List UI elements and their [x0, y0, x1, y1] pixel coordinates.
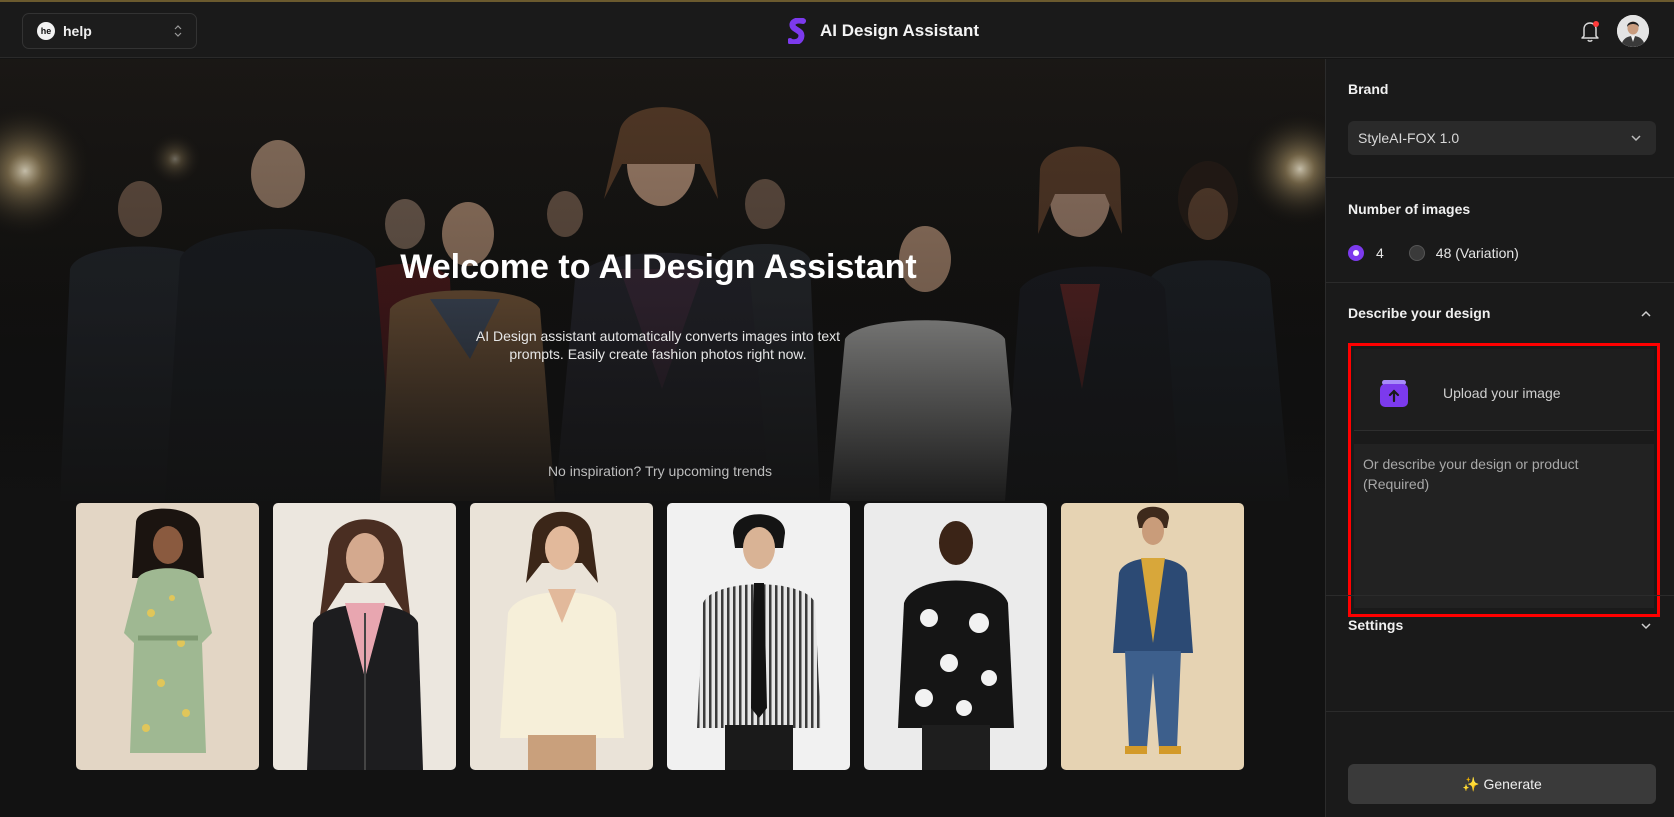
- divider: [1326, 282, 1674, 283]
- hero-section: Welcome to AI Design Assistant AI Design…: [0, 59, 1325, 817]
- user-avatar[interactable]: [1617, 15, 1649, 47]
- workspace-avatar: he: [37, 22, 55, 40]
- denim-jacket-photo-icon: [1061, 503, 1244, 770]
- floral-wrap-dress-photo-icon: [76, 503, 259, 770]
- radio-4-images[interactable]: [1348, 245, 1364, 261]
- chevron-down-icon: [1631, 135, 1641, 142]
- generate-button[interactable]: ✨ Generate: [1348, 764, 1656, 804]
- divider: [1326, 177, 1674, 178]
- settings-label: Settings: [1348, 617, 1404, 633]
- top-bar: he help AI Design Assistant: [0, 2, 1674, 58]
- divider: [1326, 595, 1674, 596]
- trend-card-cream-sweater[interactable]: [470, 503, 653, 770]
- workspace-name: help: [63, 23, 92, 39]
- trends-label: No inspiration? Try upcoming trends: [547, 463, 773, 479]
- striped-shirt-tie-photo-icon: [667, 503, 850, 770]
- leather-jacket-photo-icon: [273, 503, 456, 770]
- radio-4-label: 4: [1376, 245, 1384, 261]
- brand-select[interactable]: StyleAI-FOX 1.0: [1348, 121, 1656, 155]
- chevron-up-down-icon: [174, 25, 182, 37]
- app-brand: AI Design Assistant: [788, 16, 979, 46]
- chevron-up-icon[interactable]: [1640, 308, 1652, 320]
- number-of-images-options: 4 48 (Variation): [1348, 245, 1519, 261]
- divider: [1326, 711, 1674, 712]
- hero-subtitle: AI Design assistant automatically conver…: [475, 328, 841, 362]
- trend-card-floral-dress[interactable]: [76, 503, 259, 770]
- design-description-input[interactable]: [1354, 444, 1654, 608]
- radio-48-label: 48 (Variation): [1435, 245, 1519, 261]
- hero-title: Welcome to AI Design Assistant: [400, 248, 917, 286]
- brand-label: Brand: [1348, 81, 1389, 97]
- upload-image-zone[interactable]: Upload your image: [1354, 349, 1654, 431]
- notification-bell-icon[interactable]: [1579, 19, 1601, 43]
- cream-sweater-photo-icon: [470, 503, 653, 770]
- trend-card-floral-shirt[interactable]: [864, 503, 1047, 770]
- trend-card-leather-jacket[interactable]: [273, 503, 456, 770]
- trend-card-denim-jacket[interactable]: [1061, 503, 1244, 770]
- brand-select-value: StyleAI-FOX 1.0: [1358, 130, 1460, 146]
- number-of-images-label: Number of images: [1348, 201, 1471, 217]
- radio-48-variation[interactable]: [1408, 245, 1425, 261]
- upload-image-label: Upload your image: [1443, 385, 1561, 401]
- upload-icon: [1380, 380, 1408, 407]
- workspace-selector[interactable]: he help: [22, 13, 197, 49]
- floral-shirt-photo-icon: [864, 503, 1047, 770]
- trend-cards: [76, 503, 1244, 770]
- settings-panel: Brand StyleAI-FOX 1.0 Number of images 4…: [1325, 59, 1674, 817]
- app-title: AI Design Assistant: [820, 21, 980, 40]
- trend-card-striped-shirt[interactable]: [667, 503, 850, 770]
- design-input-box: Upload your image: [1348, 343, 1660, 617]
- describe-design-label: Describe your design: [1348, 305, 1491, 321]
- chevron-down-icon[interactable]: [1640, 620, 1652, 632]
- app-logo-icon: [788, 18, 806, 44]
- user-photo-icon: [1617, 15, 1649, 47]
